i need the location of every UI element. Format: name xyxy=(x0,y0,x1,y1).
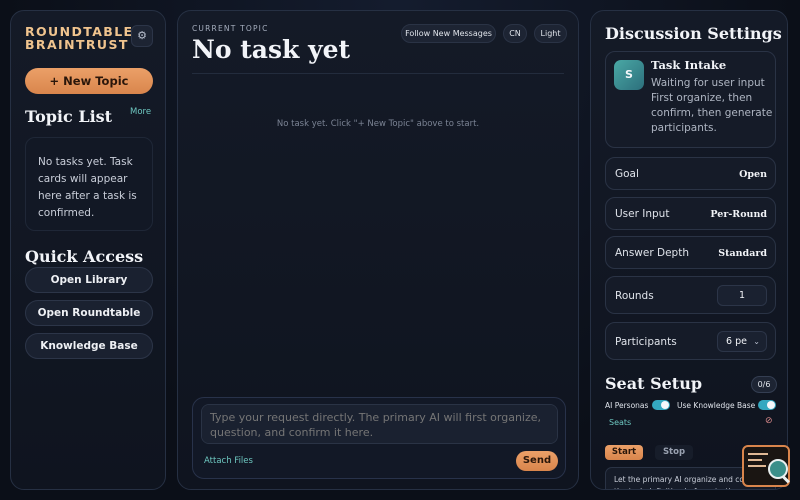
follow-new-messages-button[interactable]: Follow New Messages xyxy=(401,24,496,43)
topic-list-title: Topic List xyxy=(25,107,113,126)
widget-line xyxy=(748,465,766,467)
rounds-label: Rounds xyxy=(615,290,654,302)
main-panel: CURRENT TOPIC No task yet Follow New Mes… xyxy=(177,10,579,490)
user-input-value: Per-Round xyxy=(710,209,767,220)
search-helper-widget[interactable] xyxy=(742,445,790,487)
brand-logo: ROUNDTABLE BRAINTRUST xyxy=(25,25,134,51)
knowledge-base-button[interactable]: Knowledge Base xyxy=(25,333,153,359)
header-divider xyxy=(192,73,564,74)
settings-button[interactable]: ⚙ xyxy=(131,25,153,47)
rounds-input[interactable] xyxy=(717,285,767,306)
gear-icon: ⚙ xyxy=(137,29,147,42)
new-topic-button[interactable]: + New Topic xyxy=(25,68,153,94)
ai-personas-label: AI Personas xyxy=(605,401,649,410)
seat-setup-title: Seat Setup xyxy=(605,374,703,393)
ai-personas-toggle[interactable] xyxy=(652,400,670,410)
page-title: No task yet xyxy=(192,35,351,64)
use-knowledge-base-label: Use Knowledge Base xyxy=(677,401,756,410)
use-knowledge-base-toggle[interactable] xyxy=(758,400,776,410)
participants-label: Participants xyxy=(615,336,677,348)
current-topic-label: CURRENT TOPIC xyxy=(192,24,269,33)
open-roundtable-button[interactable]: Open Roundtable xyxy=(25,300,153,326)
seats-label: Seats xyxy=(609,418,632,427)
more-link[interactable]: More xyxy=(130,107,151,117)
task-intake-title: Task Intake xyxy=(651,58,727,72)
theme-toggle-button[interactable]: Light xyxy=(534,24,567,43)
request-input[interactable] xyxy=(201,404,558,444)
user-input-setting[interactable]: User Input Per-Round xyxy=(605,197,776,230)
message-composer: Attach Files Send xyxy=(192,397,566,479)
goal-setting[interactable]: Goal Open xyxy=(605,157,776,190)
open-library-button[interactable]: Open Library xyxy=(25,267,153,293)
avatar: S xyxy=(614,60,644,90)
answer-depth-setting[interactable]: Answer Depth Standard xyxy=(605,236,776,269)
quick-access-title: Quick Access xyxy=(25,247,144,266)
task-intake-description: Waiting for user input First organize, t… xyxy=(651,77,773,134)
start-button[interactable]: Start xyxy=(605,445,643,460)
language-toggle-button[interactable]: CN xyxy=(503,24,527,43)
discussion-settings-panel: Discussion Settings S Task Intake Waitin… xyxy=(590,10,788,490)
mute-icon[interactable]: ⊘ xyxy=(765,416,773,426)
widget-line xyxy=(748,453,768,455)
chevron-down-icon: ⌄ xyxy=(753,337,760,346)
participants-select[interactable]: 6 pe ⌄ xyxy=(717,331,767,352)
discussion-settings-title: Discussion Settings xyxy=(605,24,782,43)
brand-line-2: BRAINTRUST xyxy=(25,37,129,52)
participants-value: 6 pe xyxy=(726,336,747,347)
empty-conversation-message: No task yet. Click "+ New Topic" above t… xyxy=(276,119,480,129)
task-intake-card: S Task Intake Waiting for user input Fir… xyxy=(605,51,776,148)
goal-label: Goal xyxy=(615,168,639,180)
answer-depth-label: Answer Depth xyxy=(615,247,689,259)
attach-files-link[interactable]: Attach Files xyxy=(204,456,253,466)
topic-list-empty-state: No tasks yet. Task cards will appear her… xyxy=(25,137,153,231)
send-button[interactable]: Send xyxy=(516,451,558,471)
user-input-label: User Input xyxy=(615,208,670,220)
left-sidebar: ROUNDTABLE BRAINTRUST ⚙ + New Topic Topi… xyxy=(10,10,166,490)
rounds-setting: Rounds xyxy=(605,276,776,314)
goal-value: Open xyxy=(739,169,767,180)
stop-button[interactable]: Stop xyxy=(655,445,693,460)
answer-depth-value: Standard xyxy=(718,248,767,259)
widget-line xyxy=(748,459,762,461)
magnifier-handle xyxy=(782,475,790,484)
seat-count-badge: 0/6 xyxy=(751,376,777,393)
participants-setting: Participants 6 pe ⌄ xyxy=(605,322,776,360)
